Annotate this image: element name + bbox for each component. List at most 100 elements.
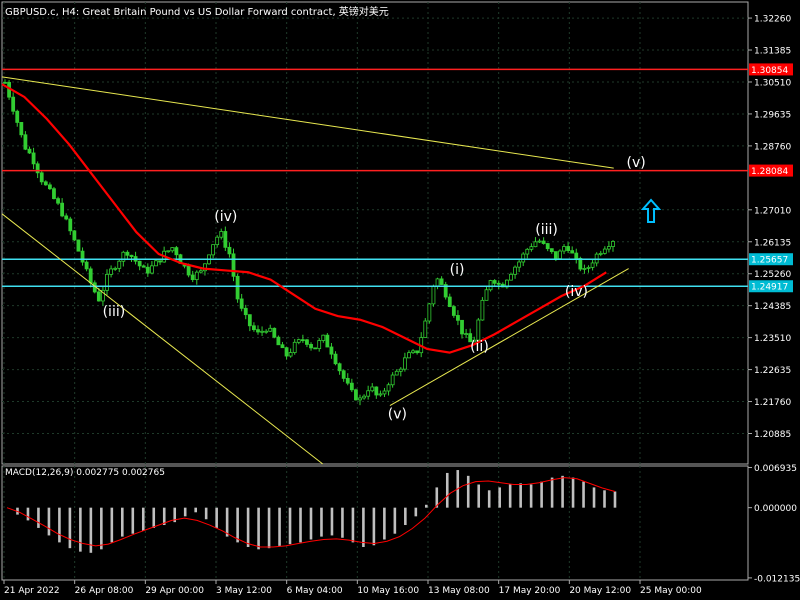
candle-body <box>602 248 607 254</box>
candle-body <box>96 291 101 302</box>
candle-body <box>68 218 73 232</box>
candle-body <box>268 327 273 332</box>
candle-body <box>586 266 591 269</box>
candle-body <box>545 243 550 250</box>
candle-body <box>484 289 489 301</box>
price-tick-label: 1.24385 <box>754 302 791 312</box>
candle-body <box>60 202 65 217</box>
candle-body <box>239 298 244 309</box>
elliott-wave-label: (iv) <box>214 209 237 225</box>
candle-body <box>358 397 362 401</box>
candle-body <box>325 334 330 348</box>
candle-body <box>280 344 285 349</box>
candle-body <box>39 172 44 183</box>
time-axis-label: 3 May 12:00 <box>216 586 272 596</box>
candle-body <box>64 215 69 220</box>
time-axis-label: 25 May 00:00 <box>640 586 702 596</box>
candle-body <box>166 250 171 253</box>
candle-body <box>382 390 387 395</box>
time-axis-label: 6 May 04:00 <box>287 586 343 596</box>
candle-body <box>402 357 407 370</box>
candle-body <box>537 240 542 243</box>
price-tick-label: 1.32260 <box>754 15 791 25</box>
candle-body <box>35 163 40 174</box>
candle-body <box>305 339 309 345</box>
candle-body <box>72 230 77 241</box>
candle-body <box>247 314 252 327</box>
elliott-wave-label: (v) <box>626 155 645 171</box>
candle-body <box>415 350 420 354</box>
candle-body <box>56 198 60 204</box>
price-tag-label: 1.24917 <box>751 283 788 293</box>
time-axis-label: 21 Apr 2022 <box>4 586 60 596</box>
price-tag-label: 1.28084 <box>751 167 788 177</box>
candle-body <box>345 377 350 384</box>
candle-body <box>321 334 326 341</box>
candle-body <box>439 278 444 285</box>
chart-title: GBPUSD.c, H4: Great Britain Pound vs US … <box>5 7 389 18</box>
candle-body <box>23 134 28 150</box>
candle-body <box>607 246 611 250</box>
candle-body <box>235 275 240 300</box>
candle-body <box>447 296 452 307</box>
price-tick-label: 1.27010 <box>754 206 791 216</box>
candle-body <box>341 370 346 379</box>
elliott-wave-label: (v) <box>388 406 407 422</box>
candle-body <box>517 261 522 268</box>
candle-body <box>427 303 432 322</box>
candle-body <box>553 251 558 260</box>
candle-body <box>598 252 603 255</box>
candle-body <box>154 260 158 267</box>
candle-body <box>227 246 232 255</box>
candle-body <box>480 299 485 321</box>
candle-body <box>141 265 146 268</box>
candle-body <box>574 252 579 259</box>
elliott-wave-label: (iv) <box>565 284 588 300</box>
price-tick-label: 1.29635 <box>754 110 791 120</box>
candle-body <box>492 280 497 284</box>
candle-body <box>211 244 216 256</box>
candle-body <box>109 268 113 275</box>
candle-body <box>309 344 313 349</box>
candle-body <box>288 352 293 357</box>
candle-body <box>313 347 318 350</box>
candle-body <box>476 319 481 341</box>
candle-body <box>398 368 403 372</box>
candle-body <box>145 266 150 274</box>
candle-body <box>260 330 264 333</box>
candle-body <box>390 374 395 386</box>
candle-body <box>386 384 391 392</box>
candle-body <box>88 268 93 284</box>
macd-tick-label: 0.006935 <box>754 464 797 474</box>
candle-body <box>513 266 517 275</box>
candle-body <box>566 246 571 252</box>
candle-body <box>337 363 342 372</box>
time-axis-label: 13 May 08:00 <box>428 586 490 596</box>
candle-body <box>578 257 583 270</box>
candle-body <box>105 273 109 291</box>
time-axis-label: 29 Apr 00:00 <box>145 586 204 596</box>
candle-body <box>27 148 32 154</box>
candle-body <box>256 329 260 333</box>
candle-body <box>431 285 436 305</box>
candle-body <box>15 110 20 123</box>
candle-body <box>488 280 493 291</box>
price-tick-label: 1.30510 <box>754 78 791 88</box>
candle-body <box>370 386 375 392</box>
chart-background <box>0 0 800 600</box>
candle-body <box>496 282 501 285</box>
candle-body <box>47 184 52 190</box>
macd-tick-label: 0.000000 <box>754 504 797 514</box>
candle-body <box>611 241 615 247</box>
candle-body <box>411 350 415 354</box>
candle-body <box>333 353 338 365</box>
candle-body <box>509 273 513 281</box>
price-chart[interactable]: 1.32260 1.31385 1.30510 1.29635 1.28760 1.270… <box>0 0 800 600</box>
candle-body <box>113 267 118 270</box>
candle-body <box>394 370 399 376</box>
candle-body <box>570 250 575 254</box>
price-tag-label: 1.30854 <box>751 66 788 76</box>
candle-body <box>158 260 162 263</box>
candle-body <box>562 246 566 252</box>
candle-body <box>52 188 56 200</box>
